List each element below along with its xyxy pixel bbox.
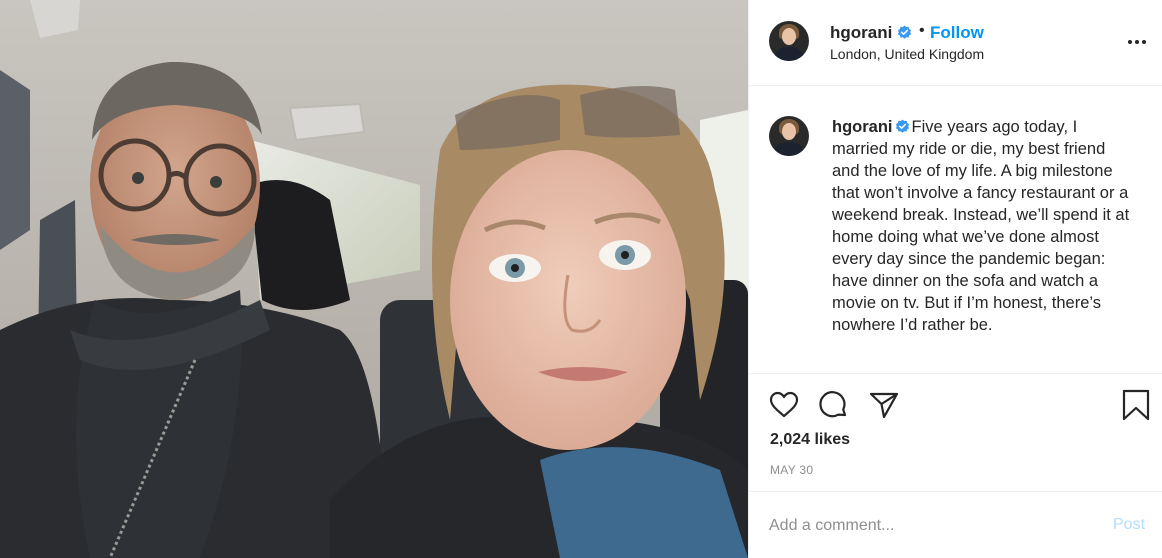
more-options-icon[interactable] [1125, 30, 1149, 54]
caption-username-link[interactable]: hgorani [832, 118, 893, 136]
post-header: hgorani • Follow London, United Kingdom [749, 0, 1162, 86]
caption-section: hgorani Five years ago today, I married … [749, 86, 1162, 374]
post-actions: 2,024 likes MAY 30 [749, 374, 1162, 492]
comment-form: Post [749, 492, 1162, 558]
likes-count[interactable]: 2,024 likes [770, 431, 850, 449]
caption-text-block: hgorani Five years ago today, I married … [832, 116, 1132, 336]
caption-avatar[interactable] [769, 116, 809, 156]
verified-badge-icon [897, 25, 912, 39]
avatar[interactable] [769, 21, 809, 61]
paper-plane-icon[interactable] [867, 388, 901, 422]
separator-dot: • [919, 22, 925, 39]
post-date[interactable]: MAY 30 [770, 463, 813, 477]
comment-icon[interactable] [817, 388, 851, 422]
username-link[interactable]: hgorani [830, 23, 892, 43]
post-photo[interactable] [0, 0, 748, 558]
location-link[interactable]: London, United Kingdom [830, 46, 984, 62]
avatar-face [782, 123, 796, 140]
avatar-body [775, 142, 803, 156]
selfie-image [0, 0, 748, 558]
caption-body: Five years ago today, I married my ride … [832, 118, 1130, 334]
avatar-body [775, 47, 803, 61]
follow-button[interactable]: Follow [930, 23, 984, 43]
bookmark-icon[interactable] [1119, 388, 1153, 422]
heart-icon[interactable] [767, 388, 801, 422]
post-sidebar: hgorani • Follow London, United Kingdom … [748, 0, 1162, 558]
post-comment-button[interactable]: Post [1113, 516, 1145, 534]
verified-badge-icon [895, 119, 909, 133]
avatar-face [782, 28, 796, 45]
comment-input[interactable] [769, 514, 1099, 538]
